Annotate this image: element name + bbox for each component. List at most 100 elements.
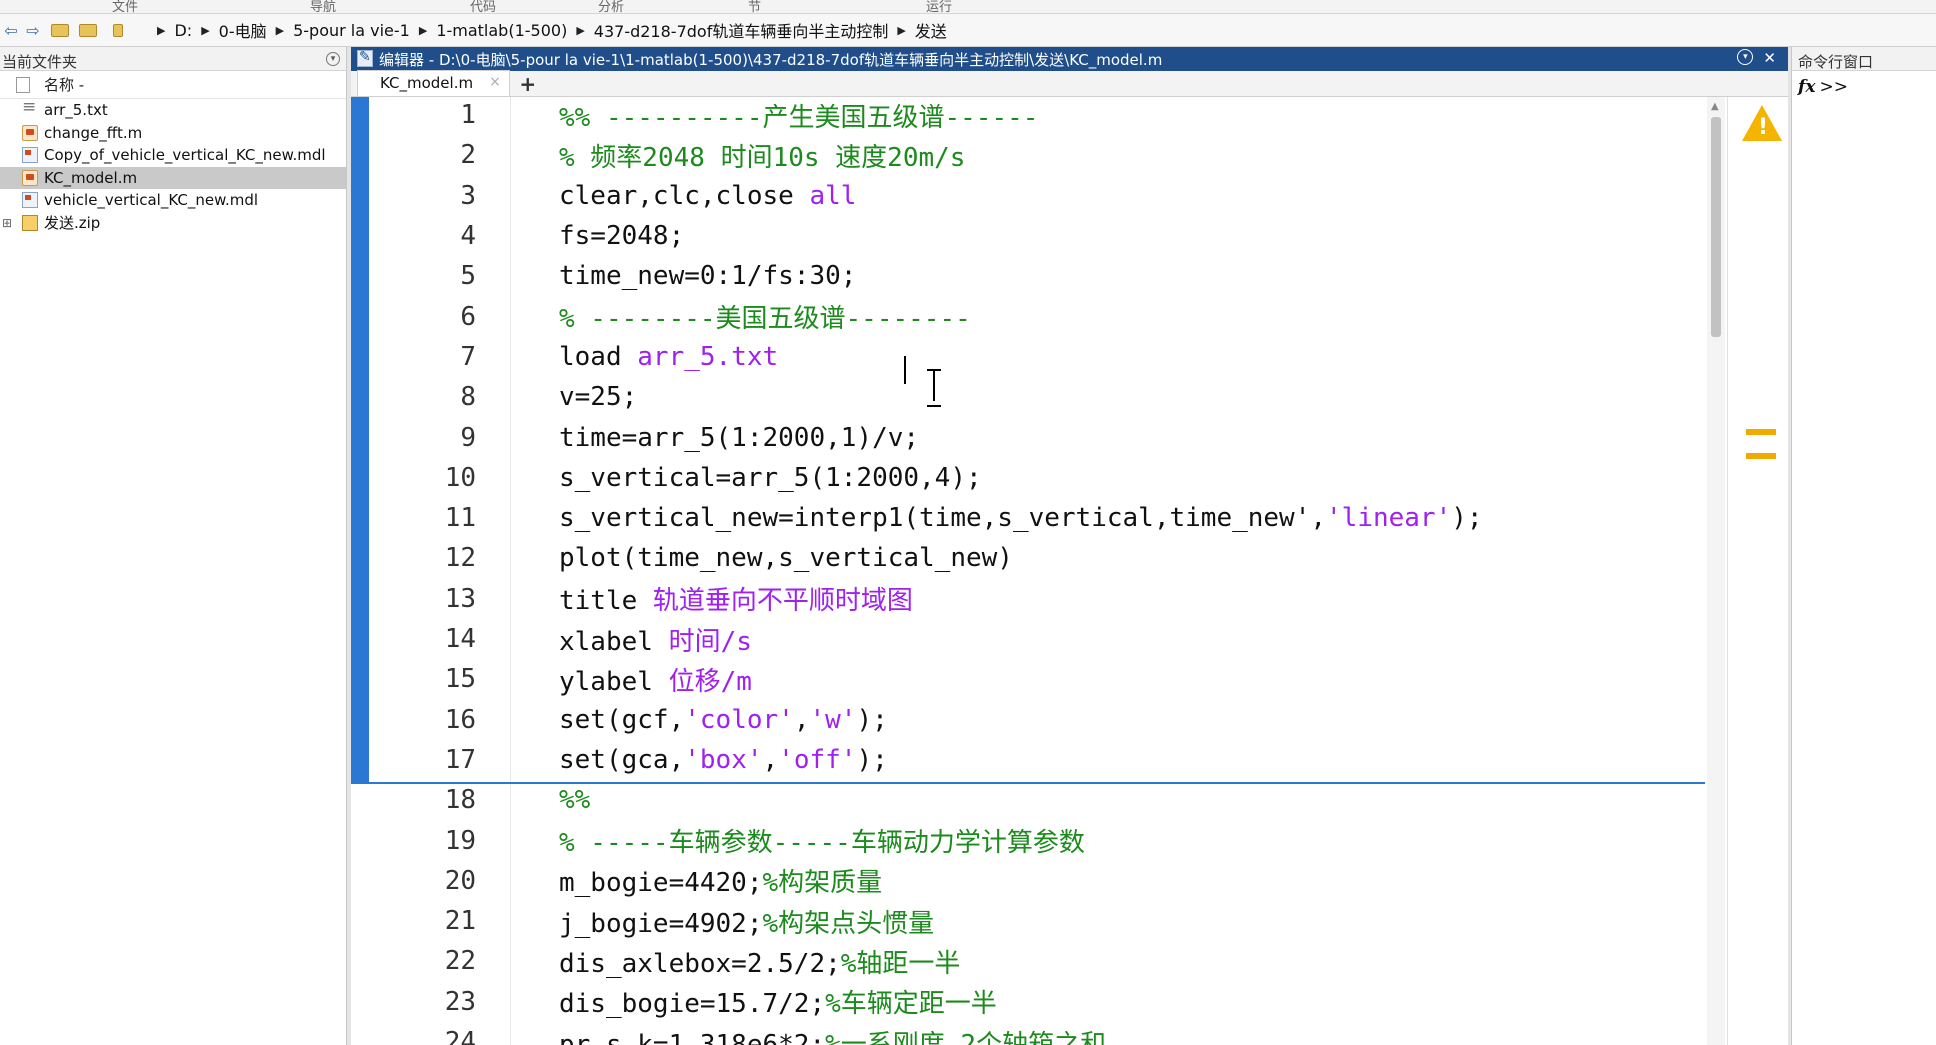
line-number[interactable]: 18: [371, 785, 476, 815]
browse-folder-icon[interactable]: [76, 19, 100, 41]
code-line[interactable]: 19 % -----车辆参数-----车辆动力学计算参数: [351, 820, 1705, 860]
code-line[interactable]: 16 set(gcf,'color','w');: [351, 700, 1705, 740]
line-number[interactable]: 9: [371, 423, 476, 453]
ribbon-tab-run[interactable]: 运行: [926, 0, 952, 13]
ribbon-tab-code[interactable]: 代码: [470, 0, 496, 13]
line-number[interactable]: 2: [371, 140, 476, 170]
command-prompt[interactable]: fx >>: [1798, 77, 1936, 97]
name-column-header[interactable]: 名称 -: [44, 74, 84, 95]
ribbon-tab-file[interactable]: 文件: [112, 0, 138, 13]
code-line[interactable]: 18%%: [351, 780, 1705, 820]
file-item[interactable]: Copy_of_vehicle_vertical_KC_new.mdl: [0, 144, 346, 167]
file-item[interactable]: vehicle_vertical_KC_new.mdl: [0, 189, 346, 212]
code-token: s_vertical=arr_5(1:2000,4);: [559, 462, 982, 493]
breadcrumb-item[interactable]: 5-pour la vie-1: [293, 21, 410, 40]
file-item[interactable]: arr_5.txt: [0, 97, 346, 122]
line-number[interactable]: 5: [371, 261, 476, 291]
m-file-icon: [22, 124, 38, 141]
breadcrumb-item[interactable]: 0-电脑: [219, 18, 267, 42]
code-line[interactable]: 5 time_new=0:1/fs:30;: [351, 256, 1705, 296]
command-window[interactable]: 命令行窗口 fx >>: [1791, 47, 1936, 1045]
breadcrumb-sep-icon: ▶: [897, 23, 906, 37]
panel-menu-icon[interactable]: ▾: [326, 52, 340, 66]
tab-kc-model[interactable]: KC_model.m ×: [357, 70, 510, 96]
line-number[interactable]: 6: [371, 302, 476, 332]
code-text: %%: [559, 785, 590, 815]
line-number[interactable]: 14: [371, 624, 476, 654]
code-text: % 频率2048 时间10s 速度20m/s: [559, 137, 965, 174]
fx-icon[interactable]: fx: [1798, 77, 1815, 97]
line-number[interactable]: 20: [371, 866, 476, 896]
code-line[interactable]: 12 plot(time_new,s_vertical_new): [351, 538, 1705, 578]
line-number[interactable]: 12: [371, 543, 476, 573]
code-line[interactable]: 3 clear,clc,close all: [351, 176, 1705, 216]
line-number[interactable]: 24: [371, 1027, 476, 1045]
code-token: arr_5.txt: [637, 341, 779, 372]
ribbon-tab-section[interactable]: 节: [748, 0, 761, 13]
line-number[interactable]: 16: [371, 705, 476, 735]
scroll-thumb[interactable]: [1711, 117, 1721, 337]
file-item[interactable]: change_fft.m: [0, 122, 346, 145]
add-tab-button[interactable]: +: [514, 72, 542, 96]
line-number[interactable]: 7: [371, 342, 476, 372]
tab-close-icon[interactable]: ×: [489, 74, 501, 96]
code-line[interactable]: 24 pr_s_k=1.318e6*2;%一系刚度 2个轴箱之和: [351, 1022, 1705, 1045]
warning-marker[interactable]: [1746, 429, 1776, 435]
line-number[interactable]: 21: [371, 906, 476, 936]
code-text: % -----车辆参数-----车辆动力学计算参数: [559, 822, 1085, 859]
code-line[interactable]: 14 xlabel 时间/s: [351, 619, 1705, 659]
code-line[interactable]: 11 s_vertical_new=interp1(time,s_vertical…: [351, 498, 1705, 538]
editor-menu-icon[interactable]: ▾: [1737, 49, 1754, 65]
parent-folder-icon[interactable]: [48, 19, 72, 41]
code-line[interactable]: 10 s_vertical=arr_5(1:2000,4);: [351, 458, 1705, 498]
back-arrow-icon[interactable]: ⇦: [0, 19, 22, 41]
breadcrumb-item[interactable]: 1-matlab(1-500): [436, 21, 567, 40]
code-line[interactable]: 22 dis_axlebox=2.5/2;%轴距一半: [351, 941, 1705, 981]
line-number[interactable]: 13: [371, 584, 476, 614]
vertical-scrollbar[interactable]: ▲: [1707, 97, 1725, 1045]
line-number[interactable]: 22: [371, 946, 476, 976]
line-number[interactable]: 4: [371, 221, 476, 251]
expand-icon[interactable]: ⊞: [2, 216, 12, 230]
line-number[interactable]: 3: [371, 181, 476, 211]
close-icon[interactable]: ✕: [1763, 49, 1776, 67]
forward-arrow-icon[interactable]: ⇨: [22, 19, 44, 41]
code-line[interactable]: 1 %% ----------产生美国五级谱------: [351, 97, 1705, 135]
code-token: 位移/m: [668, 666, 752, 697]
code-line[interactable]: 17 set(gca,'box','off');: [351, 740, 1705, 780]
breadcrumb-item[interactable]: 437-d218-7dof轨道车辆垂向半主动控制: [594, 18, 889, 42]
line-number[interactable]: 17: [371, 745, 476, 775]
breadcrumb-item[interactable]: 发送: [915, 18, 947, 42]
breadcrumb: ▶ D: ▶ 0-电脑 ▶ 5-pour la vie-1 ▶ 1-matlab…: [148, 18, 947, 42]
code-line[interactable]: 9 time=arr_5(1:2000,1)/v;: [351, 417, 1705, 457]
line-number[interactable]: 8: [371, 382, 476, 412]
line-number[interactable]: 19: [371, 826, 476, 856]
breadcrumb-item[interactable]: D:: [174, 21, 192, 40]
code-line[interactable]: 4 fs=2048;: [351, 216, 1705, 256]
code-line[interactable]: 20 m_bogie=4420;%构架质量: [351, 861, 1705, 901]
code-token: fs=2048;: [559, 221, 685, 252]
file-item[interactable]: ⊞ 发送.zip: [0, 212, 346, 235]
ribbon-tab-analyze[interactable]: 分析: [598, 0, 624, 13]
line-number[interactable]: 10: [371, 463, 476, 493]
code-line[interactable]: 2 % 频率2048 时间10s 速度20m/s: [351, 135, 1705, 175]
prompt-symbol: >>: [1819, 77, 1848, 97]
line-number[interactable]: 23: [371, 987, 476, 1017]
line-number[interactable]: 11: [371, 503, 476, 533]
code-line[interactable]: 21 j_bogie=4902;%构架点头惯量: [351, 901, 1705, 941]
code-line[interactable]: 23 dis_bogie=15.7/2;%车辆定距一半: [351, 982, 1705, 1022]
code-area[interactable]: 1 %% ----------产生美国五级谱------ 2 % 频率2048 时间1…: [351, 97, 1788, 1045]
file-item-selected[interactable]: KC_model.m: [0, 166, 346, 189]
code-line[interactable]: 8 v=25;: [351, 377, 1705, 417]
ribbon-tab-navigate[interactable]: 导航: [310, 0, 336, 13]
code-line[interactable]: 6 % --------美国五级谱--------: [351, 297, 1705, 337]
warning-marker[interactable]: [1746, 453, 1776, 459]
file-list-header[interactable]: 名称 -: [0, 71, 346, 99]
scroll-up-icon[interactable]: ▲: [1711, 101, 1719, 112]
code-line[interactable]: 13 title 轨道垂向不平顺时域图: [351, 579, 1705, 619]
code-line[interactable]: 7 load arr_5.txt: [351, 337, 1705, 377]
line-number[interactable]: 15: [371, 664, 476, 694]
breadcrumb-sep-icon: ▶: [576, 23, 585, 37]
line-number[interactable]: 1: [371, 100, 476, 130]
code-line[interactable]: 15 ylabel 位移/m: [351, 659, 1705, 699]
